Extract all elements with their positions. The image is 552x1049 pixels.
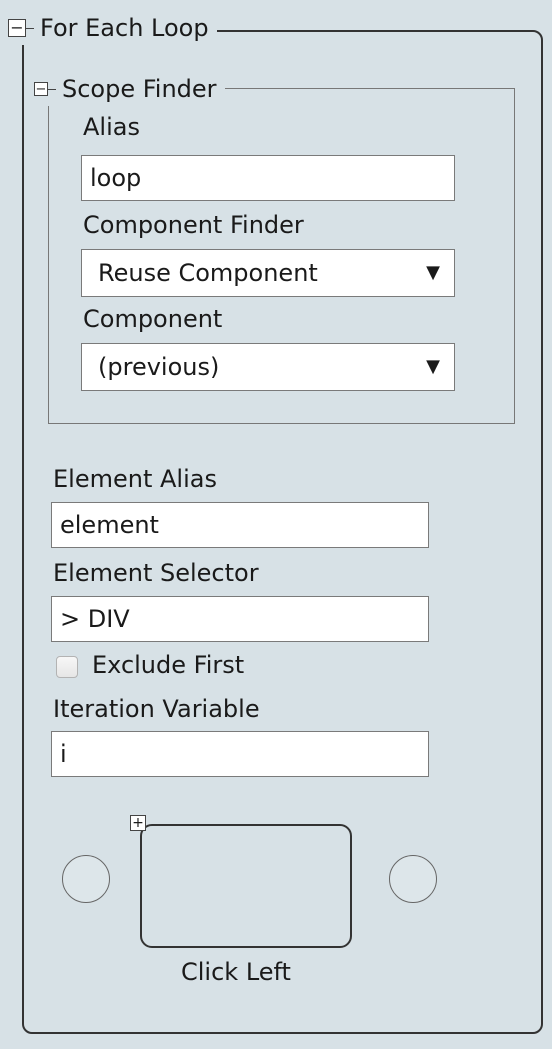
dropdown-arrow-icon: ▼ bbox=[426, 262, 440, 283]
header-connector bbox=[26, 27, 34, 29]
collapse-scope-toggle-icon[interactable]: − bbox=[34, 82, 48, 96]
component-finder-label: Component Finder bbox=[83, 211, 304, 239]
iteration-variable-input[interactable]: i bbox=[51, 731, 429, 777]
component-label: Component bbox=[83, 305, 223, 333]
iteration-variable-label: Iteration Variable bbox=[53, 695, 260, 723]
exclude-first-label: Exclude First bbox=[92, 651, 245, 679]
alias-label: Alias bbox=[83, 113, 140, 141]
loop-header: − For Each Loop bbox=[8, 11, 217, 45]
collapse-loop-toggle-icon[interactable]: − bbox=[8, 19, 26, 37]
element-alias-label: Element Alias bbox=[53, 465, 217, 493]
header-connector bbox=[48, 88, 56, 90]
child-action-block[interactable] bbox=[140, 824, 352, 948]
exclude-first-checkbox[interactable] bbox=[56, 656, 78, 678]
element-selector-input[interactable]: > DIV bbox=[51, 596, 429, 642]
output-port-circle[interactable] bbox=[389, 855, 437, 903]
for-each-loop-panel: − For Each Loop − Scope Finder Alias loo… bbox=[0, 0, 552, 1049]
expand-child-toggle-icon[interactable]: + bbox=[130, 815, 146, 831]
input-port-circle[interactable] bbox=[62, 855, 110, 903]
alias-input[interactable]: loop bbox=[81, 155, 455, 201]
element-selector-label: Element Selector bbox=[53, 559, 259, 587]
component-finder-value: Reuse Component bbox=[98, 259, 318, 287]
element-alias-input[interactable]: element bbox=[51, 502, 429, 548]
scope-finder-title: Scope Finder bbox=[62, 75, 217, 103]
loop-title: For Each Loop bbox=[40, 14, 209, 42]
dropdown-arrow-icon: ▼ bbox=[426, 356, 440, 377]
component-value: (previous) bbox=[98, 353, 220, 381]
scope-finder-header: − Scope Finder bbox=[34, 72, 225, 106]
component-finder-select[interactable]: Reuse Component ▼ bbox=[81, 249, 455, 297]
child-action-label: Click Left bbox=[181, 958, 291, 986]
component-select[interactable]: (previous) ▼ bbox=[81, 343, 455, 391]
